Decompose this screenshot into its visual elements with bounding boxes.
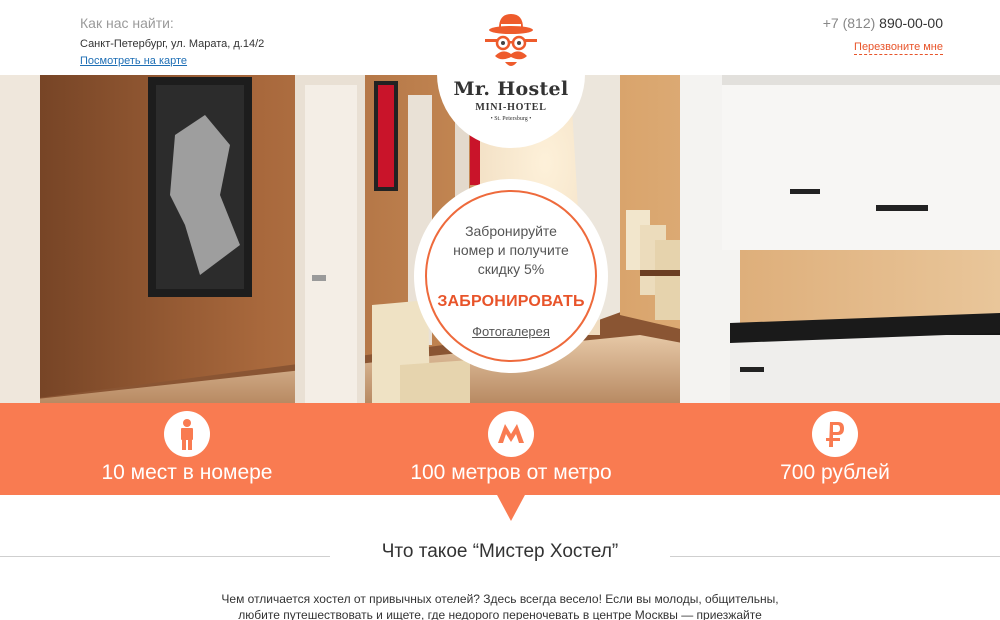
callback-link[interactable]: Перезвоните мне	[854, 41, 943, 55]
contact-block: Как нас найти: Санкт-Петербург, ул. Мара…	[80, 15, 264, 69]
feature-label: 700 рублей	[780, 461, 890, 484]
find-us-label: Как нас найти:	[80, 15, 174, 31]
photo-gallery-link[interactable]: Фотогалерея	[427, 324, 595, 339]
feature-beds: 10 мест в номере	[62, 411, 312, 485]
feature-metro: 100 метров от метро	[386, 411, 636, 485]
feature-label: 100 метров от метро	[410, 461, 612, 484]
view-map-link[interactable]: Посмотреть на карте	[80, 55, 187, 67]
about-title-text: Что такое “Мистер Хостел”	[363, 541, 637, 562]
booking-offer-line: скидку 5%	[477, 261, 545, 277]
booking-offer-line: номер и получите	[453, 242, 569, 258]
address-text: Санкт-Петербург, ул. Марата, д.14/2	[80, 38, 265, 50]
ruble-icon	[812, 411, 858, 457]
band-pointer	[496, 493, 526, 521]
features-band: 10 мест в номере 100 метров от метро 700…	[0, 403, 1000, 495]
logo-name: Mr. Hostel	[453, 78, 569, 100]
phone-code: +7 (812)	[822, 15, 876, 31]
feature-price: 700 рублей	[710, 411, 960, 485]
booking-offer-line: Забронируйте	[465, 223, 557, 239]
about-section-title: Что такое “Мистер Хостел”	[0, 541, 1000, 563]
booking-offer-text: Забронируйте номер и получите скидку 5%	[427, 222, 595, 279]
mustache-hat-glasses-icon	[485, 14, 537, 66]
person-icon	[164, 411, 210, 457]
booking-circle: Забронируйте номер и получите скидку 5% …	[425, 190, 597, 362]
phone-number[interactable]: +7 (812) 890-00-00	[823, 15, 943, 31]
about-description: Чем отличается хостел от привычных отеле…	[0, 591, 1000, 620]
about-line: любите путешествовать и ищете, где недор…	[238, 608, 762, 620]
feature-label: 10 мест в номере	[101, 461, 273, 484]
about-line: Чем отличается хостел от привычных отеле…	[221, 592, 779, 606]
logo-city: • St. Petersburg •	[490, 116, 532, 122]
metro-icon	[488, 411, 534, 457]
logo-subtitle: MINI-HOTEL	[475, 102, 547, 113]
booking-widget: Забронируйте номер и получите скидку 5% …	[414, 179, 608, 373]
mr-hostel-logo[interactable]: Mr. Hostel MINI-HOTEL • St. Petersburg •	[437, 0, 585, 148]
book-now-button[interactable]: ЗАБРОНИРОВАТЬ	[437, 293, 584, 311]
phone-block: +7 (812) 890-00-00 Перезвоните мне	[823, 15, 943, 55]
phone-digits: 890-00-00	[879, 15, 943, 31]
